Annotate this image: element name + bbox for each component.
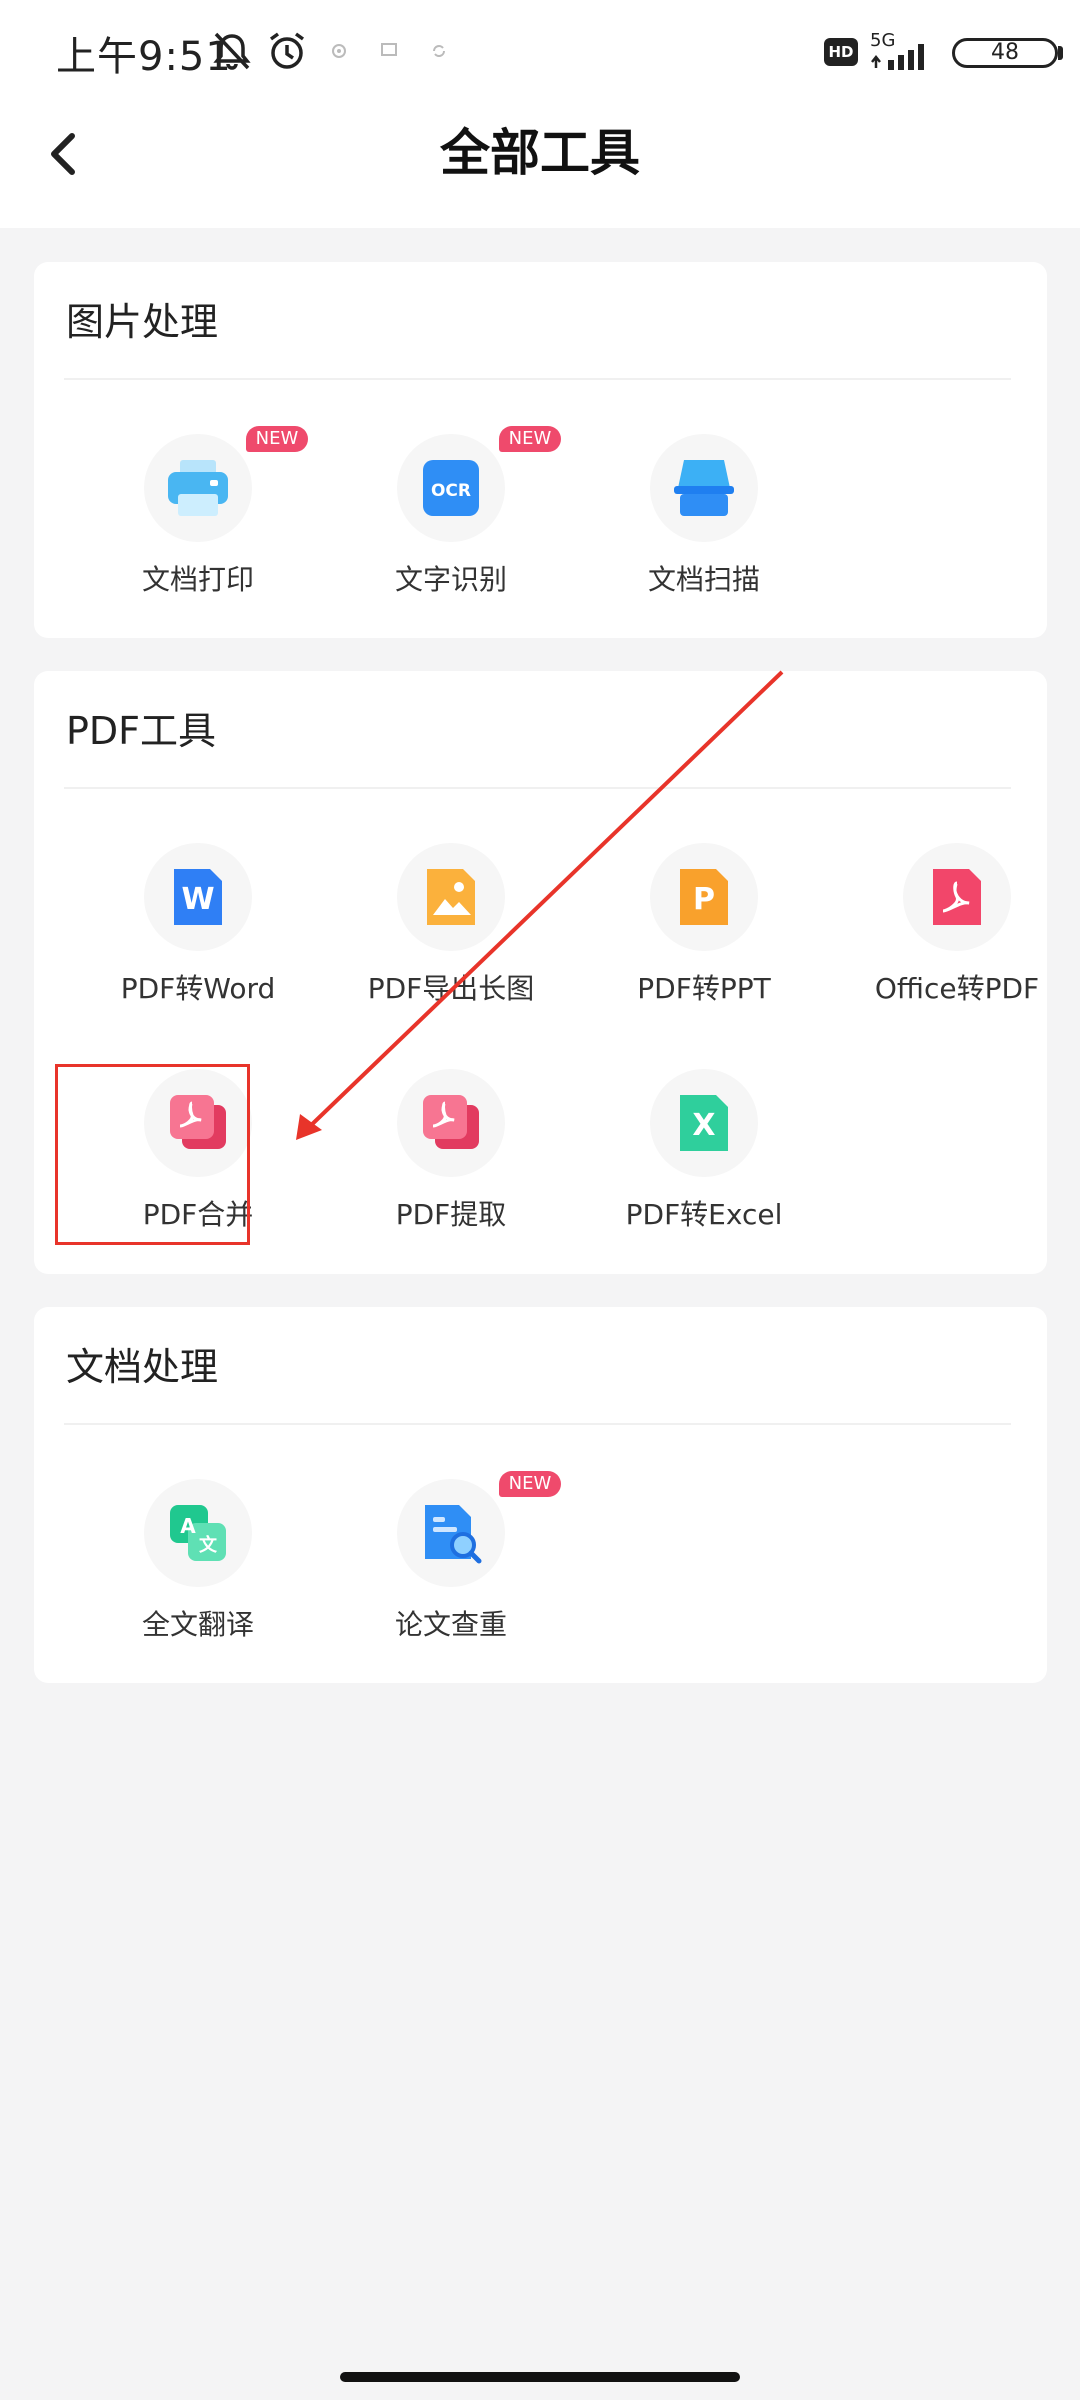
tool-icon-container — [144, 434, 252, 542]
sync-icon — [433, 45, 445, 57]
cast-icon — [381, 43, 397, 56]
tool-document-scan[interactable]: 文档扫描 — [578, 434, 830, 624]
section-title: 图片处理 — [66, 300, 219, 344]
status-time: 上午9:51 — [56, 34, 232, 80]
tool-pdf-export-long-image[interactable]: PDF导出长图 — [325, 843, 577, 1033]
ppt-icon-text: P — [693, 882, 715, 917]
tool-label: PDF转Word — [120, 972, 276, 1005]
alarm-icon — [269, 32, 305, 69]
translate-icon: A 文 — [170, 1505, 226, 1561]
tool-label: PDF转Excel — [625, 1198, 783, 1231]
printer-icon — [168, 460, 228, 516]
new-badge: NEW — [499, 426, 561, 452]
excel-icon-text: X — [692, 1108, 715, 1143]
pdf-extract-icon — [423, 1095, 479, 1149]
scanner-icon — [674, 460, 734, 516]
ppt-icon: P — [680, 869, 728, 925]
tool-icon-container: OCR — [397, 434, 505, 542]
battery-tip — [1058, 46, 1063, 60]
translate-icon-text-zh: 文 — [199, 1534, 218, 1556]
tool-icon-container: X — [650, 1069, 758, 1177]
tool-label: PDF提取 — [395, 1198, 507, 1231]
word-icon: W — [174, 869, 222, 925]
section-divider — [64, 1423, 1011, 1425]
tool-label: 论文查重 — [394, 1608, 507, 1641]
tool-icon-container: P — [650, 843, 758, 951]
section-title: PDF工具 — [66, 709, 217, 753]
tool-pdf-to-word[interactable]: W PDF转Word — [72, 843, 324, 1033]
tool-label: 文字识别 — [394, 563, 507, 596]
tool-label: 文档扫描 — [647, 563, 760, 596]
tool-document-print[interactable]: 文档打印 NEW — [72, 426, 324, 624]
tool-pdf-to-excel[interactable]: X PDF转Excel — [578, 1069, 830, 1259]
tool-label: PDF导出长图 — [367, 972, 535, 1005]
page-title: 全部工具 — [440, 124, 640, 182]
tool-label: PDF转PPT — [637, 972, 771, 1005]
signal-icon — [871, 44, 924, 70]
tool-icon-container — [397, 1069, 505, 1177]
tool-icon-container: A 文 — [144, 1479, 252, 1587]
tool-office-to-pdf[interactable]: Office转PDF — [831, 843, 1080, 1033]
tool-label: Office转PDF — [874, 972, 1040, 1005]
tool-pdf-to-ppt[interactable]: P PDF转PPT — [578, 843, 830, 1033]
tool-icon-container: W — [144, 843, 252, 951]
translate-icon-text-a: A — [180, 1514, 196, 1538]
top-bar: 上午9:51 HD 5G 48 全部工具 — [0, 0, 1080, 228]
notification-dot-icon — [332, 44, 346, 58]
section-divider — [64, 787, 1011, 789]
tool-icon-container — [397, 1479, 505, 1587]
pdf-icon — [933, 869, 981, 925]
new-badge: NEW — [499, 1471, 561, 1497]
tool-pdf-extract[interactable]: PDF提取 — [325, 1069, 577, 1259]
new-badge: NEW — [246, 426, 308, 452]
battery-indicator: 48 — [952, 38, 1058, 68]
ocr-icon-text: OCR — [431, 481, 471, 501]
tool-icon-container — [903, 843, 1011, 951]
tool-icon-container — [397, 843, 505, 951]
image-icon — [427, 869, 475, 925]
section-title: 文档处理 — [66, 1345, 219, 1389]
hd-badge: HD — [824, 38, 858, 66]
section-divider — [64, 378, 1011, 380]
excel-icon: X — [680, 1095, 728, 1151]
tool-label: 文档打印 — [141, 563, 254, 596]
word-icon-text: W — [181, 882, 214, 917]
tool-plagiarism-check[interactable]: 论文查重 NEW — [325, 1471, 577, 1669]
tool-label: 全文翻译 — [141, 1608, 254, 1641]
section-document-processing: 文档处理 A 文 全文翻译 论文查重 NEW — [34, 1307, 1047, 1683]
status-bar: 上午9:51 HD 5G 48 — [0, 0, 1080, 100]
plagiarism-check-icon — [425, 1505, 482, 1564]
mute-icon — [213, 32, 251, 70]
tool-icon-container — [650, 434, 758, 542]
section-image-processing: 图片处理 文档打印 NEW OCR 文字识别 NEW 文档扫描 — [34, 262, 1047, 638]
tool-full-text-translate[interactable]: A 文 全文翻译 — [72, 1479, 324, 1669]
highlight-box — [55, 1064, 250, 1245]
tool-text-recognition[interactable]: OCR 文字识别 NEW — [325, 426, 577, 624]
home-indicator[interactable] — [340, 2372, 740, 2382]
ocr-icon: OCR — [423, 460, 479, 516]
